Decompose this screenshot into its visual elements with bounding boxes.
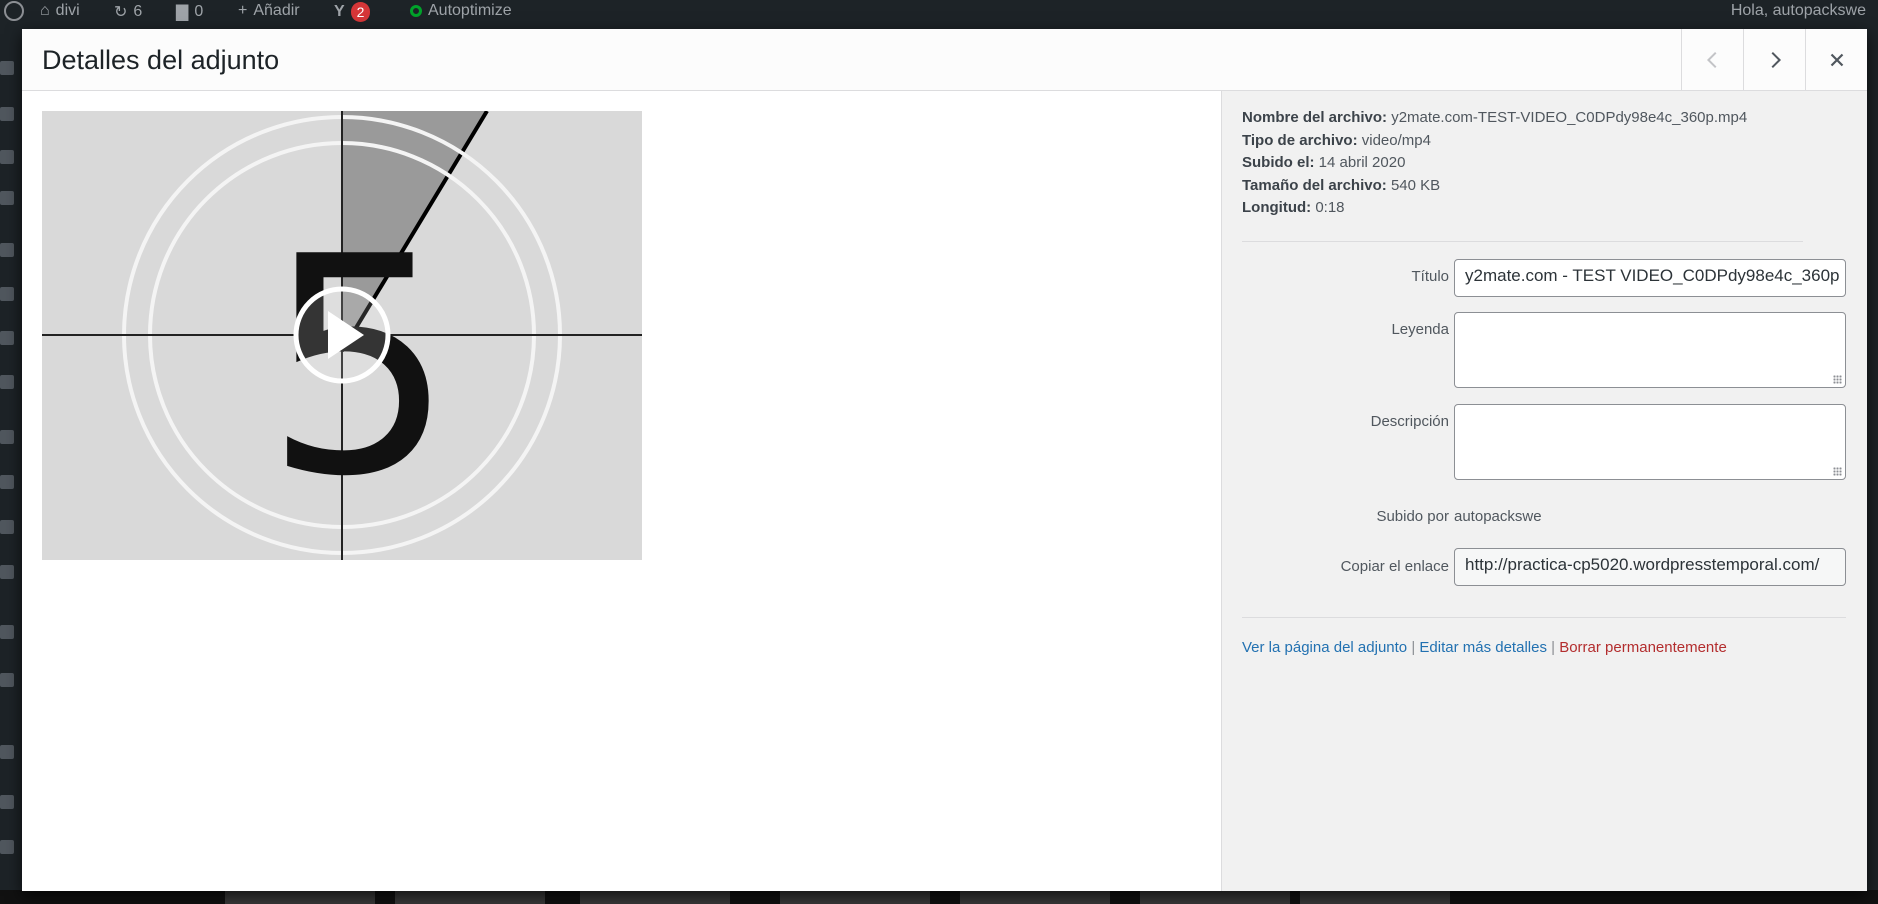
autoptimize-link[interactable]: Autoptimize [410,2,512,20]
uploaded-date-value: 14 abril 2020 [1318,154,1406,171]
refresh-icon: ↻ [114,4,128,21]
separator: | [1411,639,1416,656]
menu-icon[interactable] [0,520,14,534]
length-value: 0:18 [1315,199,1345,216]
menu-icon[interactable] [0,61,14,75]
title-input[interactable]: y2mate.com - TEST VIDEO_C0DPdy98e4c_360p [1454,259,1846,297]
divider [1242,617,1846,618]
yoast-badge: 2 [350,2,371,22]
uploaded-date-label: Subido el: [1242,154,1315,171]
video-player[interactable]: 5 [42,111,642,560]
attachment-info-sidebar: Nombre del archivo: y2mate.com-TEST-VIDE… [1221,91,1867,891]
menu-icon[interactable] [0,243,14,257]
menu-icon[interactable] [0,673,14,687]
copy-link-label: Copiar el enlace [1340,558,1449,575]
menu-icon[interactable] [0,331,14,345]
account-greeting[interactable]: Hola, autopackswe [1731,2,1866,20]
filename-value: y2mate.com-TEST-VIDEO_C0DPdy98e4c_360p.m… [1391,109,1748,126]
play-button[interactable] [293,286,391,384]
filetype-label: Tipo de archivo: [1242,131,1358,149]
view-attachment-page-link[interactable]: Ver la página del adjunto [1242,639,1407,656]
divider [1242,241,1803,242]
close-icon [1830,53,1843,67]
filetype-value: video/mp4 [1361,131,1431,149]
chevron-left-icon [1706,51,1716,69]
resize-handle-icon[interactable] [1833,467,1842,476]
menu-icon[interactable] [0,840,14,854]
previous-button[interactable] [1681,29,1743,91]
filename-label: Nombre del archivo: [1242,109,1388,126]
caption-textarea[interactable] [1454,312,1846,388]
menu-icon[interactable] [0,150,14,164]
new-content-label: Añadir [253,2,300,19]
resize-handle-icon[interactable] [1833,375,1842,384]
comments-link[interactable]: ▇ 0 [176,2,203,22]
comments-count: 0 [194,3,204,20]
media-preview-area: 5 [22,91,1221,891]
menu-icon[interactable] [0,745,14,759]
admin-side-menu [0,25,22,904]
updates-count: 6 [133,3,143,20]
separator: | [1551,639,1556,656]
next-button[interactable] [1743,29,1805,91]
modal-title: Detalles del adjunto [42,45,280,75]
menu-icon[interactable] [0,191,14,205]
menu-icon[interactable] [0,107,14,121]
background-media-strip [0,890,1878,904]
attachment-details-modal: Detalles del adjunto 5 [22,29,1867,891]
filesize-label: Tamaño del archivo: [1242,176,1387,194]
uploaded-by-value: autopackswe [1454,508,1542,525]
yoast-link[interactable]: Y 2 [334,2,371,22]
delete-permanently-link[interactable]: Borrar permanentemente [1559,639,1727,656]
menu-icon[interactable] [0,287,14,301]
menu-icon[interactable] [0,430,14,444]
filesize-value: 540 KB [1390,176,1441,194]
close-button[interactable] [1805,29,1867,91]
attachment-actions: Ver la página del adjunto | Editar más d… [1242,639,1727,656]
modal-header: Detalles del adjunto [22,29,1867,91]
chevron-right-icon [1771,51,1781,69]
description-textarea[interactable] [1454,404,1846,480]
menu-icon[interactable] [0,795,14,809]
description-label: Descripción [1370,413,1449,430]
admin-bar: ⌂ divi ↻ 6 ▇ 0 + Añadir Y 2 Autoptimize … [0,0,1878,25]
edit-details-link[interactable]: Editar más detalles [1419,639,1547,656]
new-content-link[interactable]: + Añadir [238,2,300,20]
menu-icon[interactable] [0,565,14,579]
wordpress-logo-icon[interactable] [4,1,24,21]
yoast-icon: Y [334,3,345,20]
length-label: Longitud: [1242,199,1312,216]
file-details: Nombre del archivo: y2mate.com-TEST-VIDE… [1242,107,1747,220]
caption-label: Leyenda [1391,321,1449,338]
uploaded-by-label: Subido por [1376,508,1449,525]
updates-link[interactable]: ↻ 6 [114,2,142,22]
site-name-link[interactable]: ⌂ divi [40,2,80,20]
autoptimize-label: Autoptimize [428,2,512,19]
comment-icon: ▇ [176,4,189,21]
status-dot-icon [410,5,422,17]
copy-link-input[interactable]: http://practica-cp5020.wordpresstemporal… [1454,548,1846,586]
menu-icon[interactable] [0,475,14,489]
menu-icon[interactable] [0,375,14,389]
plus-icon: + [238,2,248,19]
menu-icon[interactable] [0,625,14,639]
home-icon: ⌂ [40,2,50,19]
title-label: Título [1411,268,1449,285]
site-name-label: divi [55,2,80,19]
